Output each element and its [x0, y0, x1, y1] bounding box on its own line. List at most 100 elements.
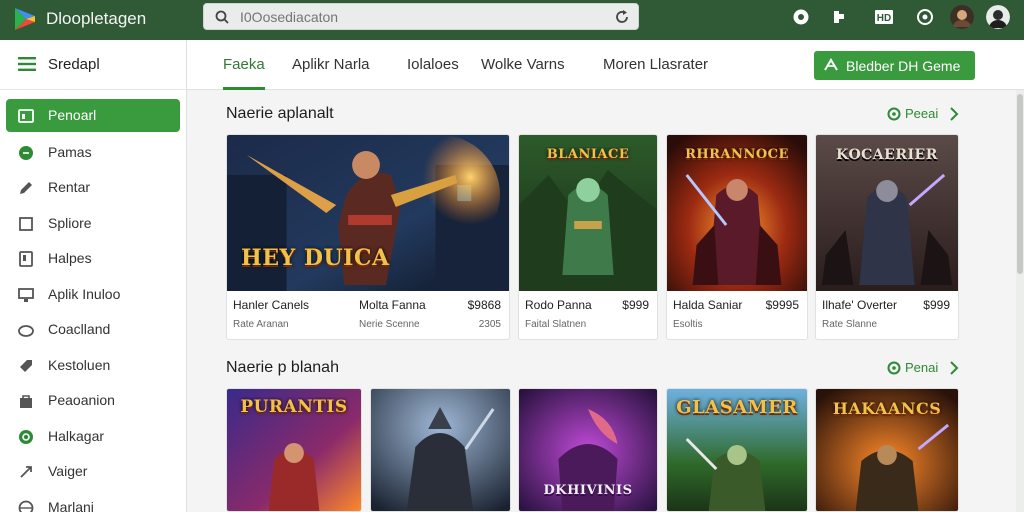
tab-iolaloes[interactable]: Iolaloes: [407, 56, 459, 73]
game-card[interactable]: KOCAERIER Ilhafe' Overter Rate Slanne $9…: [815, 134, 959, 340]
game-price: $999: [622, 298, 649, 312]
section-title: Naerie aplanalt: [226, 105, 334, 122]
game-card[interactable]: BLANIACE Rodo Panna Faital Slatnen $999: [518, 134, 658, 340]
search-bar[interactable]: [203, 3, 639, 30]
game-subtitle: Rate Slanne: [822, 319, 878, 330]
game-art: [371, 389, 510, 511]
game-art: KOCAERIER: [816, 135, 958, 291]
refresh-icon[interactable]: [614, 9, 630, 25]
game-price: $9995: [765, 298, 799, 312]
gamepad-icon[interactable]: [792, 8, 810, 26]
sidebar-item-aplik-inuloo[interactable]: Aplik Inuloo: [6, 278, 180, 311]
settings-icon[interactable]: [916, 8, 934, 26]
game-art-title: KOCAERIER: [836, 147, 938, 163]
game-card-meta: Hanler Canels Rate Aranan Molta Fanna Ne…: [227, 291, 509, 339]
game-card-meta: Halda Saniar Esoltis $9995: [667, 291, 807, 339]
game-title: Hanler Canels: [233, 298, 310, 312]
sidebar-item-label: Coaclland: [48, 321, 111, 337]
puzzle-icon[interactable]: [830, 8, 848, 26]
game-title: Halda Saniar: [673, 298, 743, 312]
game-art-title: HEY DUICA: [241, 245, 390, 271]
active-tab-indicator: [223, 87, 265, 90]
chat-icon: [19, 146, 33, 160]
game-price-secondary: 2305: [478, 319, 501, 330]
game-art: RHRANNOCE: [667, 135, 807, 291]
globe-icon: [18, 500, 34, 512]
sidebar-item-spliore[interactable]: Spliore: [6, 207, 180, 240]
sidebar-item-penoarl[interactable]: Penoarl: [6, 99, 180, 132]
bag-icon: [20, 395, 32, 408]
game-art-title: DKHIVINIS: [543, 483, 633, 498]
game-art-title: PURANTIS: [240, 397, 348, 417]
search-input[interactable]: [240, 8, 600, 26]
game-title: Rodo Panna: [525, 298, 592, 312]
game-subtitle-secondary: Nerie Scenne: [359, 319, 420, 330]
sidebar-item-marlani[interactable]: Marlani: [6, 491, 180, 512]
game-art-title: RHRANNOCE: [685, 147, 789, 162]
cta-button[interactable]: Bledber DH Geme: [814, 51, 975, 80]
top-bar: Dloopletagen HD: [0, 0, 1024, 40]
sidebar-item-label: Peaoanion: [48, 392, 115, 408]
game-card[interactable]: RHRANNOCE Halda Saniar Esoltis $9995: [666, 134, 808, 340]
sidebar-item-halkagar[interactable]: Halkagar: [6, 420, 180, 453]
tab-aplikr-narla[interactable]: Aplikr Narla: [292, 56, 370, 73]
sidebar-item-label: Penoarl: [48, 107, 97, 123]
game-card[interactable]: DKHIVINIS: [518, 388, 658, 512]
game-subtitle: Esoltis: [673, 319, 703, 330]
game-card[interactable]: GLASAMER: [666, 388, 808, 512]
game-art: DKHIVINIS: [519, 389, 657, 511]
section-title: Naerie p blanah: [226, 359, 339, 376]
game-art: HAKAANCS: [816, 389, 958, 511]
game-card[interactable]: HEY DUICA Hanler Canels Rate Aranan Molt…: [226, 134, 510, 340]
game-art-title: BLANIACE: [546, 147, 630, 162]
sidebar-header[interactable]: Sredapl: [0, 40, 186, 90]
game-art: BLANIACE: [519, 135, 657, 291]
cta-label: Bledber DH Geme: [846, 58, 961, 74]
sidebar-item-label: Aplik Inuloo: [48, 286, 121, 302]
badge-icon[interactable]: HD: [874, 8, 894, 26]
game-art-title: HAKAANCS: [832, 399, 942, 418]
gear-icon: [20, 466, 32, 478]
svg-text:HD: HD: [877, 13, 891, 24]
sidebar-item-label: Vaiger: [48, 463, 88, 479]
game-card[interactable]: HAKAANCS: [815, 388, 959, 512]
chevron-right-icon: [950, 107, 959, 121]
monitor-icon: [18, 288, 34, 302]
sidebar-item-rentar[interactable]: Rentar: [6, 171, 180, 204]
menu-icon[interactable]: [18, 57, 36, 71]
tab-moren-llasrater[interactable]: Moren Llasrater: [603, 56, 708, 73]
sidebar-item-label: Halkagar: [48, 428, 105, 444]
refresh-circle-icon: [887, 107, 901, 121]
game-art: HEY DUICA: [227, 135, 509, 291]
sidebar-item-label: Halpes: [48, 250, 92, 266]
sidebar-item-peaoanion[interactable]: Peaoanion: [6, 384, 180, 417]
game-price: $9868: [467, 298, 501, 312]
sidebar: Sredapl Penoarl Pamas Rentar Spliore Hal…: [0, 40, 187, 512]
sidebar-item-label: Spliore: [48, 215, 92, 231]
profile-avatar[interactable]: [986, 5, 1010, 29]
tag-icon: [20, 360, 32, 372]
game-card-meta: Ilhafe' Overter Rate Slanne $999: [816, 291, 958, 339]
game-card[interactable]: [370, 388, 511, 512]
sidebar-item-label: Kestoluen: [48, 357, 111, 373]
game-price: $999: [923, 298, 950, 312]
game-card-meta: Rodo Panna Faital Slatnen $999: [519, 291, 657, 339]
chevron-right-icon: [950, 361, 959, 375]
game-card[interactable]: PURANTIS: [226, 388, 362, 512]
sidebar-item-kestoluen[interactable]: Kestoluen: [6, 349, 180, 382]
sidebar-item-pamas[interactable]: Pamas: [6, 136, 180, 169]
sidebar-item-label: Marlani: [48, 499, 94, 512]
sidebar-item-halpes[interactable]: Halpes: [6, 242, 180, 275]
user-avatar[interactable]: [950, 5, 974, 29]
refresh-circle-icon: [19, 430, 33, 444]
app-logo-icon[interactable]: [12, 6, 38, 32]
square-icon: [19, 217, 33, 231]
sidebar-item-coaclland[interactable]: Coaclland: [6, 313, 180, 346]
sidebar-item-vaiger[interactable]: Vaiger: [6, 455, 180, 488]
tab-wolke-varns[interactable]: Wolke Varns: [481, 56, 565, 73]
controller-icon: [824, 58, 838, 71]
pen-icon: [20, 182, 32, 194]
category-tabs: Faeka Aplikr Narla Iolaloes Wolke Varns …: [187, 40, 1024, 90]
scrollbar-thumb[interactable]: [1017, 94, 1023, 274]
tab-faeka[interactable]: Faeka: [223, 56, 265, 73]
